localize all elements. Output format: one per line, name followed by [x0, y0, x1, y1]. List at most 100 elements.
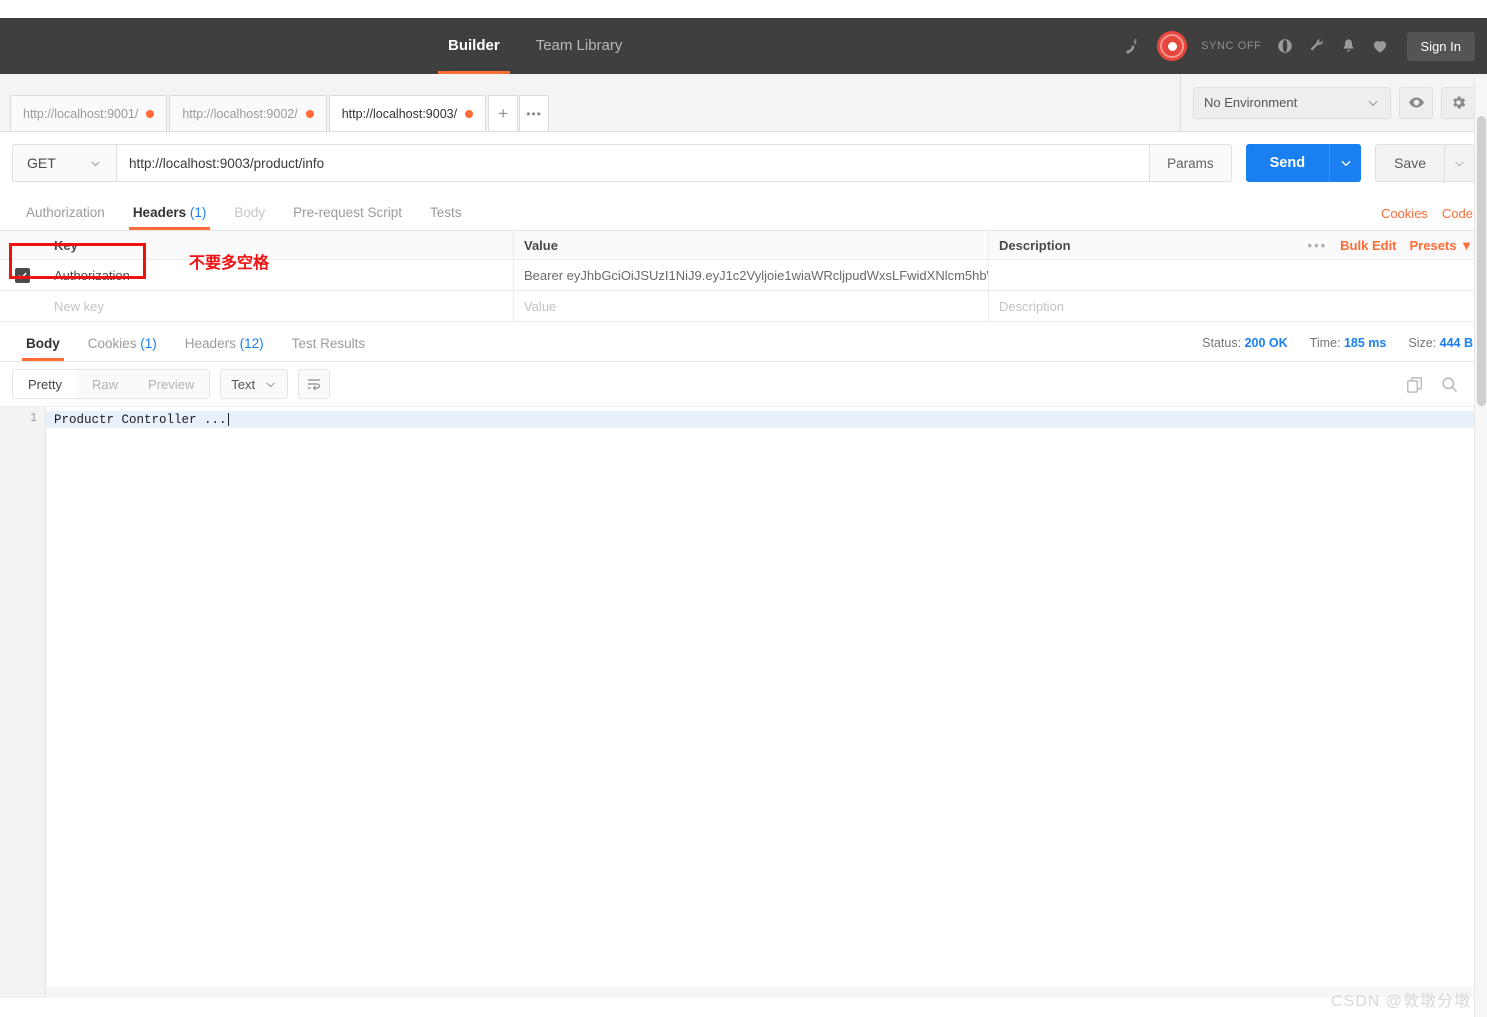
chevron-down-icon: [91, 160, 100, 166]
nav-tab-team-library[interactable]: Team Library: [518, 18, 641, 74]
code-link[interactable]: Code: [1442, 206, 1473, 221]
time-label: Time:: [1309, 336, 1341, 350]
vertical-scrollbar[interactable]: [1474, 78, 1487, 1017]
search-icon[interactable]: [1440, 375, 1459, 394]
headers-table: Key Value Description ••• Bulk Edit Pres…: [0, 230, 1487, 322]
tab-authorization[interactable]: Authorization: [12, 205, 119, 230]
response-body-editor[interactable]: 1 Productr Controller ...: [0, 406, 1487, 998]
send-button[interactable]: Send: [1245, 144, 1330, 182]
header-actions: SYNC OFF Sign In: [1124, 18, 1475, 74]
response-tab-test-results[interactable]: Test Results: [278, 336, 380, 361]
request-tab-9002[interactable]: http://localhost:9002/: [169, 95, 327, 131]
time-badge: Time: 185 ms: [1310, 336, 1387, 350]
copy-icon[interactable]: [1405, 375, 1424, 394]
method-label: GET: [27, 155, 56, 171]
table-row-new: New key Value Description: [0, 291, 1487, 322]
response-tab-headers[interactable]: Headers (12): [171, 336, 278, 361]
environment-area: No Environment: [1180, 74, 1487, 131]
view-mode-group: Pretty Raw Preview: [12, 369, 211, 399]
environment-select[interactable]: No Environment: [1193, 86, 1391, 119]
globe-icon[interactable]: [1276, 37, 1294, 55]
status-label: Status:: [1202, 336, 1242, 350]
response-tab-cookies[interactable]: Cookies (1): [74, 336, 171, 361]
header-enabled-checkbox[interactable]: [14, 267, 30, 283]
view-mode-pretty[interactable]: Pretty: [13, 370, 77, 398]
bulk-edit-button[interactable]: Bulk Edit: [1340, 238, 1396, 253]
params-button[interactable]: Params: [1150, 144, 1232, 182]
cookies-link[interactable]: Cookies: [1381, 206, 1428, 221]
new-row-checkbox-cell: [0, 291, 44, 321]
check-icon: [17, 271, 27, 279]
wrap-lines-button[interactable]: [298, 369, 331, 399]
heart-icon[interactable]: [1371, 37, 1389, 55]
headers-table-actions: ••• Bulk Edit Presets ▼: [1297, 231, 1487, 259]
response-tab-cookies-count: (1): [140, 336, 157, 351]
header-key-input[interactable]: Authorization: [44, 260, 514, 290]
presets-label: Presets: [1409, 237, 1457, 253]
request-tab-label: http://localhost:9003/: [341, 106, 458, 121]
bell-icon[interactable]: [1340, 38, 1357, 55]
environment-settings-button[interactable]: [1441, 86, 1475, 119]
response-tab-headers-label: Headers: [184, 336, 236, 351]
nav-tab-builder[interactable]: Builder: [430, 18, 518, 74]
new-key-input[interactable]: New key: [44, 291, 514, 321]
response-format-label: Text: [231, 376, 256, 392]
response-tab-headers-count: (12): [239, 336, 264, 351]
chevron-down-icon: [266, 381, 275, 387]
size-value: 444 B: [1439, 336, 1473, 350]
unsaved-dot-icon: [146, 109, 155, 118]
view-mode-preview[interactable]: Preview: [133, 370, 209, 398]
method-select[interactable]: GET: [12, 144, 116, 182]
request-section-tabs: Authorization Headers (1) Body Pre-reque…: [0, 194, 1487, 230]
tab-headers-label: Headers: [132, 205, 187, 220]
header-row-checkbox-cell: [0, 260, 44, 290]
new-tab-button[interactable]: +: [488, 95, 519, 131]
satellite-icon[interactable]: [1124, 37, 1143, 56]
presets-button[interactable]: Presets ▼: [1410, 238, 1473, 253]
line-number: 1: [30, 412, 37, 425]
environment-selected-label: No Environment: [1204, 95, 1298, 110]
horizontal-scrollbar[interactable]: [46, 987, 1473, 998]
caret-down-icon: ▼: [1460, 237, 1473, 253]
wrench-icon[interactable]: [1308, 37, 1326, 55]
more-tabs-button[interactable]: •••: [519, 95, 550, 131]
vertical-scrollbar-thumb[interactable]: [1477, 116, 1486, 406]
url-input[interactable]: http://localhost:9003/product/info: [116, 144, 1151, 182]
save-options-button[interactable]: [1445, 144, 1475, 182]
time-value: 185 ms: [1343, 336, 1387, 350]
postman-logo-icon[interactable]: [1157, 31, 1188, 61]
request-tabs-links: Cookies Code: [1381, 206, 1473, 221]
response-tab-cookies-label: Cookies: [87, 336, 137, 351]
header-description-input[interactable]: [989, 260, 1297, 290]
header-col-value: Value: [514, 231, 989, 259]
tab-tests[interactable]: Tests: [416, 205, 476, 230]
headers-more-icon[interactable]: •••: [1308, 238, 1328, 253]
chevron-down-icon: [1341, 160, 1351, 167]
tab-body[interactable]: Body: [220, 205, 279, 230]
header-col-check: [0, 231, 44, 259]
response-tab-body[interactable]: Body: [12, 336, 74, 361]
view-mode-raw[interactable]: Raw: [77, 370, 133, 398]
code-line-text: Productr Controller ...: [54, 412, 227, 427]
response-format-select[interactable]: Text: [220, 369, 289, 399]
new-value-input[interactable]: Value: [514, 291, 989, 321]
tab-headers[interactable]: Headers (1): [119, 205, 221, 230]
tab-pre-request-script[interactable]: Pre-request Script: [279, 205, 416, 230]
request-tab-9003[interactable]: http://localhost:9003/: [328, 95, 487, 131]
size-badge: Size: 444 B: [1408, 336, 1473, 350]
request-tab-9001[interactable]: http://localhost:9001/: [10, 95, 168, 131]
code-line[interactable]: Productr Controller ...: [46, 411, 1487, 428]
new-description-input[interactable]: Description: [989, 291, 1297, 321]
url-bar: GET http://localhost:9003/product/info P…: [0, 132, 1487, 194]
send-options-button[interactable]: [1329, 144, 1362, 182]
save-button[interactable]: Save: [1375, 144, 1445, 182]
app-root: Builder Team Library SYNC OFF Sign In ht…: [0, 0, 1487, 1017]
url-text: http://localhost:9003/product/info: [129, 155, 325, 171]
sign-in-button[interactable]: Sign In: [1406, 31, 1475, 61]
header-value-input[interactable]: Bearer eyJhbGciOiJSUzI1NiJ9.eyJ1c2Vyljoi…: [514, 260, 989, 290]
unsaved-dot-icon: [465, 109, 474, 118]
wrap-lines-icon: [308, 379, 321, 391]
environment-quick-look-button[interactable]: [1399, 86, 1433, 119]
request-tab-label: http://localhost:9001/: [23, 106, 139, 121]
eye-icon: [1408, 97, 1424, 108]
